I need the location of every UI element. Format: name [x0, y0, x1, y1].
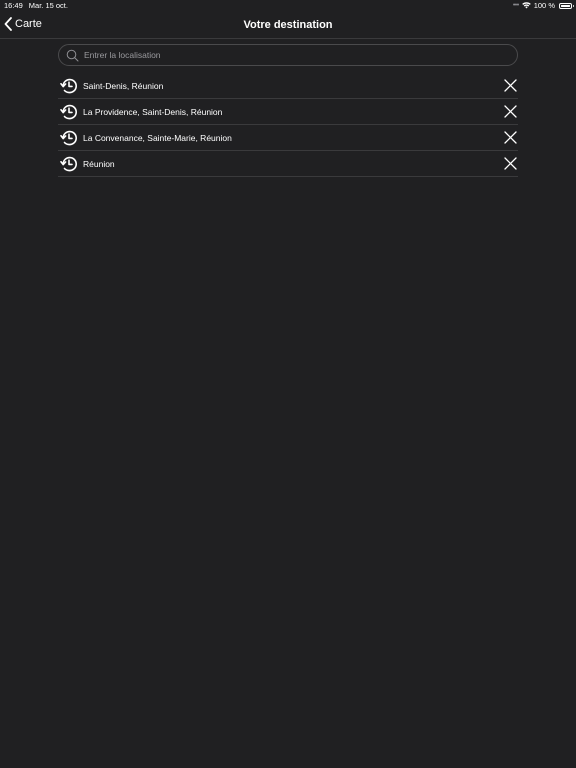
close-icon	[503, 79, 517, 92]
remove-history-button[interactable]	[502, 104, 518, 120]
close-icon	[503, 131, 517, 144]
screen: 16:49 Mar. 15 oct. ••• 100 % Carte Votre…	[0, 0, 576, 768]
page-title: Votre destination	[243, 19, 333, 31]
history-label: Réunion	[83, 158, 115, 169]
history-item[interactable]: La Convenance, Sainte-Marie, Réunion	[58, 125, 518, 151]
history-label: La Providence, Saint-Denis, Réunion	[83, 106, 223, 117]
status-bar: 16:49 Mar. 15 oct. ••• 100 %	[0, 0, 576, 12]
search-icon	[65, 48, 79, 62]
status-date: Mar. 15 oct.	[28, 1, 68, 10]
search-field[interactable]	[58, 44, 518, 66]
history-list: Saint-Denis, Réunion La Providence, Sain…	[58, 73, 518, 177]
battery-percent: 100 %	[533, 1, 555, 10]
status-time: 16:49	[4, 1, 23, 10]
history-clock-icon	[60, 155, 78, 173]
close-icon	[503, 105, 517, 118]
nav-bar: Carte Votre destination	[0, 12, 576, 39]
status-left: 16:49 Mar. 15 oct.	[4, 1, 68, 10]
history-item[interactable]: Saint-Denis, Réunion	[58, 73, 518, 99]
battery-icon	[559, 2, 574, 9]
remove-history-button[interactable]	[502, 130, 518, 146]
history-item[interactable]: Réunion	[58, 151, 518, 177]
remove-history-button[interactable]	[502, 78, 518, 94]
history-clock-icon	[60, 103, 78, 121]
history-item[interactable]: La Providence, Saint-Denis, Réunion	[58, 99, 518, 125]
status-right: ••• 100 %	[512, 1, 574, 10]
wifi-icon	[521, 2, 531, 9]
history-clock-icon	[60, 129, 78, 147]
search-input[interactable]	[84, 50, 517, 60]
signal-dots: •••	[512, 2, 519, 9]
history-clock-icon	[60, 77, 78, 95]
history-label: Saint-Denis, Réunion	[83, 80, 164, 91]
remove-history-button[interactable]	[502, 156, 518, 172]
close-icon	[503, 157, 517, 170]
history-label: La Convenance, Sainte-Marie, Réunion	[83, 132, 232, 143]
